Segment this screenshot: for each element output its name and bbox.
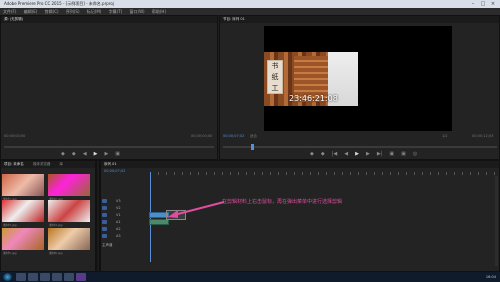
taskbar-clock: 16:04 [485, 275, 496, 279]
tab-libraries[interactable]: 库 [60, 162, 64, 166]
minimize-icon[interactable]: – [468, 1, 478, 7]
export-frame-icon[interactable]: ◎ [413, 151, 417, 157]
bin-thumbnail[interactable] [48, 174, 90, 196]
program-monitor-tab[interactable]: 节目: 序列 01 [223, 17, 245, 21]
bin-thumbnail[interactable] [2, 228, 44, 250]
taskbar-app[interactable] [64, 273, 74, 281]
track-header-v3: V3 [100, 198, 148, 204]
menu-item-file[interactable]: 文件(F) [3, 9, 16, 14]
menu-item-help[interactable]: 帮助(H) [152, 9, 166, 14]
close-icon[interactable]: × [488, 1, 498, 7]
zoom-level[interactable]: 1/2 [442, 134, 448, 138]
mark-out-icon[interactable]: ◆ [321, 151, 325, 157]
annotation-text: 在剪辑材料上右击鼠标，再在弹出菜单中进行选择剪辑 [222, 199, 343, 205]
source-timecode-right: 00;00;00;00 [191, 134, 213, 138]
timeline-timecode: 00;00;07;02 [104, 169, 126, 173]
time-ruler[interactable] [150, 172, 495, 175]
start-button[interactable] [3, 273, 12, 281]
bin-thumbnail[interactable] [48, 228, 90, 250]
program-timecode-left: 00;00;07;02 [223, 134, 245, 138]
timeline-tab[interactable]: 序列 01 [104, 162, 117, 166]
program-scrub-bar[interactable] [223, 144, 497, 150]
fit-dropdown[interactable]: 适合 [250, 134, 257, 139]
source-transport-controls: ◆ ◆ ◀ ▶ ▶ ▣ [61, 150, 120, 158]
taskbar-app[interactable] [40, 273, 50, 281]
lift-icon[interactable]: ▣ [389, 151, 394, 157]
video-overlay-timecode: 23:46:21:08 [289, 94, 338, 103]
annotation-arrow [168, 201, 225, 218]
play-icon[interactable]: ▶ [94, 151, 98, 157]
taskbar: 16:04 [0, 272, 500, 282]
track-header-a3: A3 [100, 233, 148, 239]
menu-item-clip[interactable]: 剪辑(C) [45, 9, 59, 14]
step-forward-icon[interactable]: ▶ [104, 151, 108, 157]
track-header-v1: V1 [100, 212, 148, 218]
go-to-out-icon[interactable]: ▶| [377, 151, 383, 157]
menu-item-edit[interactable]: 编辑(E) [24, 9, 38, 14]
window-title: Adobe Premiere Pro CC 2015 - [示例项目] - 未命… [4, 1, 114, 6]
taskbar-app[interactable] [28, 273, 38, 281]
menu-bar: 文件(F) 编辑(E) 剪辑(C) 序列(S) 标记(M) 字幕(T) 窗口(W… [0, 8, 500, 15]
step-forward-icon[interactable]: ▶ [366, 151, 370, 157]
source-scrub-bar[interactable] [4, 146, 214, 148]
source-monitor-panel: 源: (无剪辑) 00;00;00;00 00;00;00;00 ◆ ◆ ◀ ▶… [0, 15, 218, 160]
title-bar: Adobe Premiere Pro CC 2015 - [示例项目] - 未命… [0, 0, 500, 8]
bin-thumbnail[interactable] [2, 200, 44, 222]
insert-icon[interactable]: ▣ [115, 151, 120, 157]
program-transport-controls: ◆ ◆ |◀ ◀ ▶ ▶ ▶| ▣ ▣ ◎ [310, 150, 417, 158]
bin-item-label: 素材3.jpg [3, 223, 17, 227]
track-header-a1: A1 [100, 219, 148, 225]
track-headers: V3 V2 V1 A1 A2 A3 主声道 [100, 180, 150, 260]
tab-project[interactable]: 项目: 未命名 [4, 162, 24, 166]
source-timecode-left: 00;00;00;00 [4, 134, 26, 138]
maximize-icon[interactable]: □ [478, 1, 488, 7]
step-back-icon[interactable]: ◀ [83, 151, 87, 157]
mark-out-icon[interactable]: ◆ [72, 151, 76, 157]
menu-item-window[interactable]: 窗口(W) [130, 9, 145, 14]
go-to-in-icon[interactable]: |◀ [332, 151, 338, 157]
taskbar-app[interactable] [52, 273, 62, 281]
menu-item-title[interactable]: 字幕(T) [109, 9, 123, 14]
timeline-scrollbar[interactable] [495, 176, 498, 266]
taskbar-app-premiere[interactable] [76, 273, 86, 281]
bin-item-label: 素材4.jpg [49, 223, 63, 227]
extract-icon[interactable]: ▣ [401, 151, 406, 157]
menu-item-marker[interactable]: 标记(M) [87, 9, 102, 14]
program-timecode-right: 00;00;12;03 [472, 134, 494, 138]
playhead-handle[interactable] [251, 144, 254, 150]
menu-item-sequence[interactable]: 序列(S) [66, 9, 80, 14]
tab-media-browser[interactable]: 媒体浏览器 [33, 162, 51, 166]
bin-thumbnail[interactable] [48, 200, 90, 222]
source-monitor-tab[interactable]: 源: (无剪辑) [4, 17, 23, 21]
mark-in-icon[interactable]: ◆ [310, 151, 314, 157]
bin-thumbnail[interactable] [2, 174, 44, 196]
taskbar-app[interactable] [16, 273, 26, 281]
bin-item-label: 素材6.jpg [49, 251, 63, 255]
bin-item-label: 素材5.jpg [3, 251, 17, 255]
program-video-image: 书纸工 23:46:21:08 [264, 52, 358, 106]
step-back-icon[interactable]: ◀ [344, 151, 348, 157]
mark-in-icon[interactable]: ◆ [61, 151, 65, 157]
track-header-master: 主声道 [102, 243, 113, 247]
track-header-v2: V2 [100, 205, 148, 211]
track-header-a2: A2 [100, 226, 148, 232]
play-icon[interactable]: ▶ [355, 151, 359, 157]
